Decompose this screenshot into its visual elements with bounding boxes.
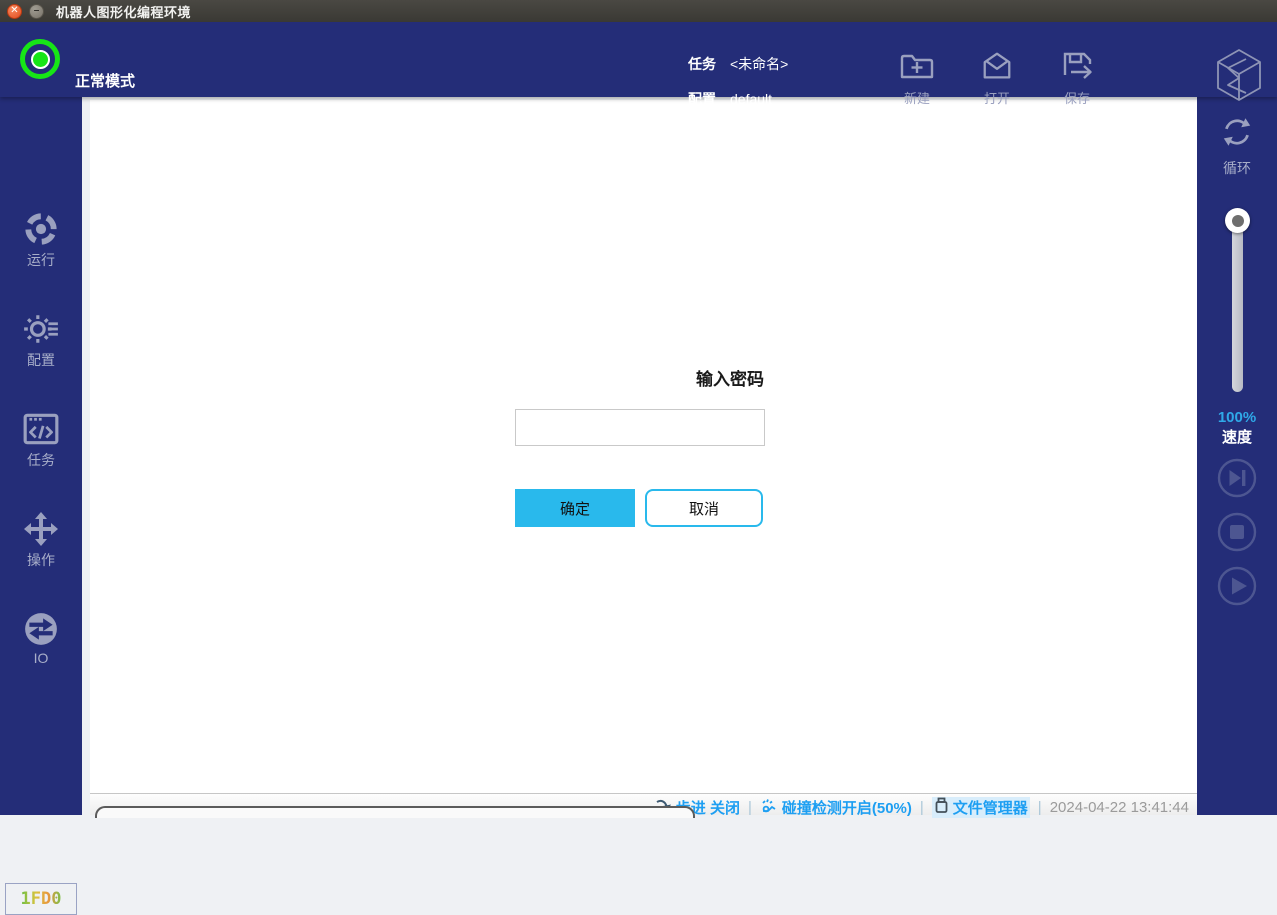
app-header: 正常模式 任务<未命名> 配置default 新建 打开 [0, 22, 1277, 97]
loop-label: 循环 [1197, 158, 1277, 178]
ok-button[interactable]: 确定 [515, 489, 635, 527]
left-sidebar: 运行 配置 任务 [0, 97, 82, 815]
status-timestamp: 2024-04-22 13:41:44 [1050, 799, 1189, 816]
speed-slider-track[interactable] [1232, 212, 1243, 392]
speed-slider-handle[interactable] [1225, 208, 1250, 233]
new-task-button[interactable]: 新建 [885, 48, 949, 107]
open-envelope-icon [965, 48, 1029, 84]
cancel-button[interactable]: 取消 [645, 489, 763, 527]
loop-button[interactable]: 循环 [1197, 113, 1277, 178]
close-icon[interactable]: ✕ [7, 4, 22, 19]
sidebar-item-io[interactable]: IO [0, 610, 82, 666]
sidebar-item-operate[interactable]: 操作 [0, 510, 82, 570]
password-dialog-title: 输入密码 [530, 365, 930, 390]
status-separator: | [1038, 799, 1042, 816]
run-icon [0, 210, 82, 248]
sidebar-item-label: 配置 [0, 350, 82, 370]
status-separator: | [920, 799, 924, 816]
task-value: <未命名> [730, 56, 788, 72]
step-forward-button[interactable] [1217, 458, 1257, 498]
sidebar-item-label: 任务 [0, 450, 82, 470]
save-disk-icon [1045, 48, 1109, 84]
code-window-icon [0, 410, 82, 448]
open-task-button[interactable]: 打开 [965, 48, 1029, 107]
speed-percent: 100% [1197, 409, 1277, 426]
config-value: default [730, 91, 772, 107]
sidebar-item-config[interactable]: 配置 [0, 310, 82, 370]
open-task-label: 打开 [965, 88, 1029, 107]
task-label: 任务 [688, 56, 716, 72]
window-title: 机器人图形化编程环境 [56, 2, 191, 21]
popup-window-edge[interactable] [95, 806, 695, 818]
new-task-label: 新建 [885, 88, 949, 107]
sidebar-item-label: IO [0, 650, 82, 666]
sidebar-item-label: 操作 [0, 550, 82, 570]
mode-label: 正常模式 [75, 70, 135, 91]
right-panel: 循环 100% 速度 [1197, 97, 1277, 815]
brand-cube-logo [1213, 47, 1265, 108]
io-exchange-icon [0, 610, 82, 648]
window-titlebar: ✕ – 机器人图形化编程环境 [0, 0, 1277, 22]
save-task-label: 保存 [1045, 88, 1109, 107]
save-task-button[interactable]: 保存 [1045, 48, 1109, 107]
move-arrows-icon [0, 510, 82, 548]
password-input[interactable] [515, 409, 765, 446]
sidebar-item-label: 运行 [0, 250, 82, 270]
minimize-icon[interactable]: – [29, 4, 44, 19]
gear-icon [0, 310, 82, 348]
speed-label: 速度 [1197, 426, 1277, 447]
config-label: 配置 [688, 91, 716, 107]
new-folder-icon [885, 48, 949, 84]
main-content: 输入密码 确定 取消 [90, 100, 1197, 793]
loop-icon [1197, 113, 1277, 156]
mode-status-icon [20, 39, 60, 79]
sidebar-item-task[interactable]: 任务 [0, 410, 82, 470]
sidebar-item-run[interactable]: 运行 [0, 210, 82, 270]
status-separator: | [748, 799, 752, 816]
stop-button[interactable] [1217, 512, 1257, 552]
play-button[interactable] [1217, 566, 1257, 606]
hex-code-badge: 1FD0 [5, 883, 77, 915]
